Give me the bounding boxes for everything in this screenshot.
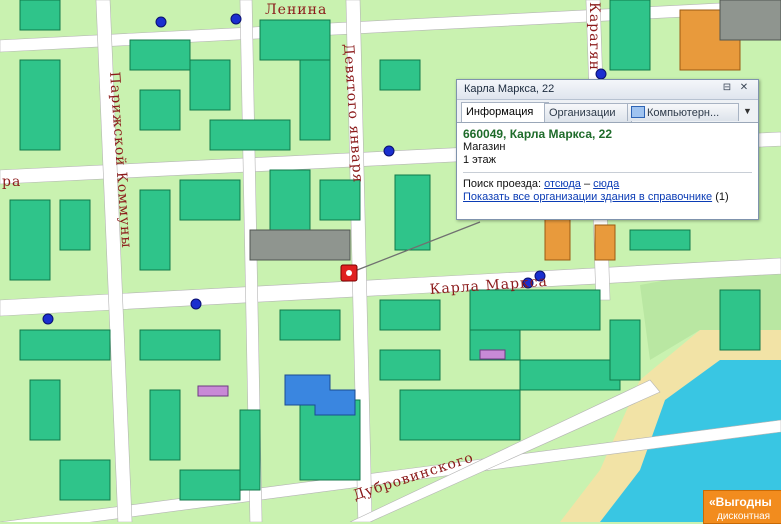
route-to-link[interactable]: сюда [593,178,619,190]
show-organizations-link[interactable]: Показать все организации здания в справо… [463,191,712,203]
tab-organizations[interactable]: Организации [544,103,632,122]
gray-building-2 [719,0,781,41]
building-type: Магазин [463,141,506,153]
popup-title-bar: Карла Маркса, 22 ⊟ ✕ [457,80,758,100]
show-orgs-row: Показать все организации здания в справо… [463,191,752,204]
tab-computer[interactable]: Компьютерн... [627,103,739,121]
selected-building-marker[interactable] [340,264,358,282]
street-label-karagan: Карагян [586,2,602,71]
popup-divider [463,172,752,173]
building-floors: 1 этаж [463,154,496,166]
street-label-lenina: Ленина [265,2,327,18]
organization-count: (1) [715,191,729,203]
building-address: 660049, Карла Маркса, 22 [463,127,613,141]
purple-building-1 [197,385,229,397]
tabs-overflow-icon[interactable]: ▼ [743,106,752,116]
ad-banner[interactable]: «Выгодны дисконтная [703,490,781,524]
orange-building-2 [544,214,571,261]
route-search-row: Поиск проезда: отсюда – сюда [463,178,752,191]
street-label-fragment: ра [2,174,21,190]
purple-building-2 [479,349,506,360]
popup-title: Карла Маркса, 22 [464,83,555,95]
building-info-popup: Карла Маркса, 22 ⊟ ✕ Информация Организа… [456,79,759,220]
computer-icon [631,106,645,118]
route-search-label: Поиск проезда: [463,178,541,190]
pin-icon[interactable]: ⊟ [721,82,733,94]
orange-building-3 [594,224,616,261]
popup-body: 660049, Карла Маркса, 22 Магазин 1 этаж … [457,123,758,209]
popup-tab-bar: Информация Организации Компьютерн... ▼ [457,100,758,123]
close-icon[interactable]: ✕ [738,82,750,94]
gray-building [249,229,351,261]
ad-line-1: «Выгодны [709,495,772,509]
tab-computer-label: Компьютерн... [647,107,720,119]
route-dash: – [583,178,591,190]
tab-information[interactable]: Информация [461,102,549,122]
route-from-link[interactable]: отсюда [544,178,581,190]
ad-line-2: дисконтная [717,511,771,522]
